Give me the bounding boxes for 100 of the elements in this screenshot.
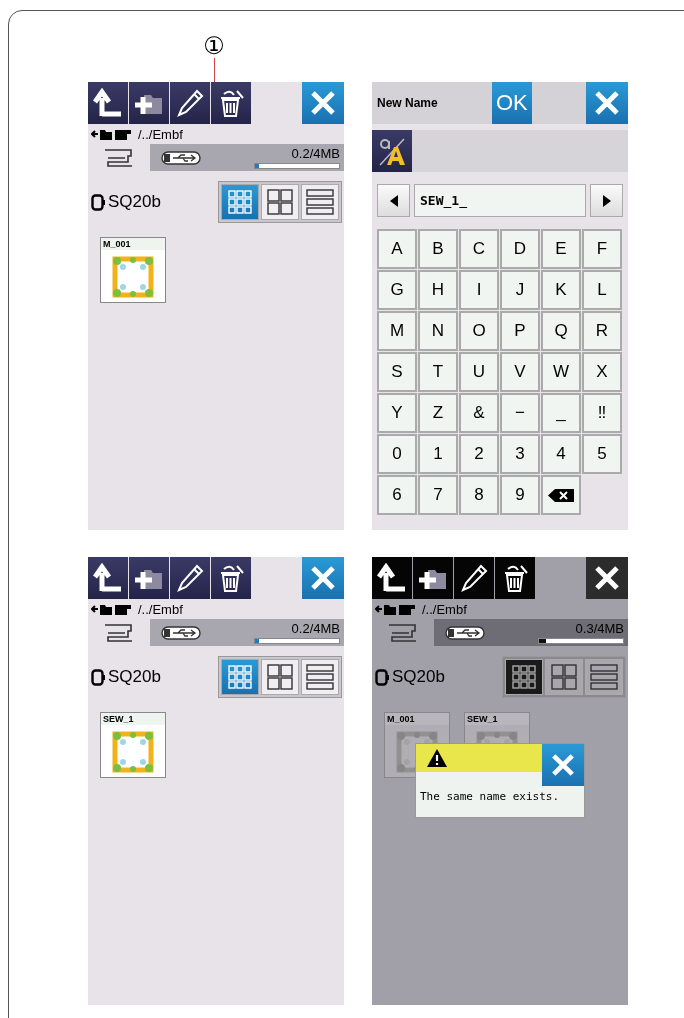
new-folder-button[interactable] [129,82,169,124]
keyboard-key[interactable]: 5 [582,434,622,474]
keyboard-key[interactable]: L [582,270,622,310]
hoop-name: SQ20b [392,667,445,687]
grid-view-button[interactable] [221,659,259,695]
new-folder-button[interactable] [413,557,453,599]
keyboard-key[interactable]: W [541,352,581,392]
close-icon [551,753,575,777]
keyboard-key[interactable]: X [582,352,622,392]
new-folder-button[interactable] [129,557,169,599]
large-grid-icon [267,189,293,215]
folder-path: /../Embf [422,601,467,617]
keyboard-key[interactable]: S [377,352,417,392]
grid-view-button[interactable] [261,184,299,220]
keyboard-key[interactable]: P [500,311,540,351]
keyboard-key[interactable]: Q [541,311,581,351]
embroidery-design-thumbnail [112,731,154,773]
list-view-button[interactable] [301,659,339,695]
back-button[interactable] [88,82,128,124]
list-icon [590,664,618,690]
ok-button[interactable]: OK [491,82,532,124]
keyboard-key[interactable]: Z [418,393,458,433]
grid-view-button[interactable] [505,659,543,695]
folder-path: /../Embf [138,601,183,617]
keyboard-key[interactable]: D [500,229,540,269]
grid-view-button[interactable] [545,659,583,695]
case-toggle-button[interactable] [372,130,412,172]
delete-button[interactable] [211,82,251,124]
close-button[interactable] [586,557,628,599]
keyboard-key[interactable]: I [459,270,499,310]
keyboard-key[interactable]: U [459,352,499,392]
keyboard-key[interactable]: N [418,311,458,351]
keyboard-key[interactable]: T [418,352,458,392]
keyboard-key[interactable]: 7 [418,475,458,515]
delete-button[interactable] [211,557,251,599]
keyboard-key[interactable]: F [582,229,622,269]
usb-icon [161,625,201,640]
keyboard-key[interactable]: H [418,270,458,310]
keyboard-key[interactable]: G [377,270,417,310]
keyboard-key[interactable]: O [459,311,499,351]
keyboard-key[interactable]: − [500,393,540,433]
hoop-icon [91,193,106,211]
keyboard-key[interactable]: 4 [541,434,581,474]
keyboard-key[interactable]: K [541,270,581,310]
rename-button[interactable] [454,557,494,599]
dialog-message: The same name exists. [419,789,561,805]
pencil-icon [175,88,205,118]
keyboard-key[interactable]: B [418,229,458,269]
cursor-right-button[interactable] [590,184,623,217]
list-icon [306,189,334,215]
usb-icon [161,150,201,165]
keyboard-key[interactable]: 2 [459,434,499,474]
keyboard-key[interactable]: E [541,229,581,269]
back-arrow-icon [93,88,123,118]
keyboard-key[interactable]: C [459,229,499,269]
hoop-icon [375,668,390,686]
delete-button[interactable] [495,557,535,599]
small-grid-icon [228,665,252,689]
name-input-field[interactable]: SEW_1_ [414,184,586,217]
pencil-icon [175,563,205,593]
keyboard-key[interactable]: _ [541,393,581,433]
memory-usage: 0.3/4MB [575,621,624,636]
keyboard-key[interactable]: 0 [377,434,417,474]
small-grid-icon [228,190,252,214]
pencil-icon [459,563,489,593]
rename-button[interactable] [170,557,210,599]
grid-view-button[interactable] [221,184,259,220]
close-icon [594,90,620,116]
folder-path: /../Embf [138,126,183,142]
keyboard-key[interactable]: 6 [377,475,417,515]
small-grid-icon [512,665,536,689]
keyboard-key[interactable]: V [500,352,540,392]
warning-icon [426,748,448,768]
keyboard-key[interactable]: 3 [500,434,540,474]
list-view-button[interactable] [585,659,623,695]
callout-number: ① [203,34,225,58]
keyboard-key[interactable]: A [377,229,417,269]
right-triangle-icon [602,194,611,207]
keyboard-key[interactable]: 8 [459,475,499,515]
keyboard-key[interactable]: & [459,393,499,433]
keyboard-key[interactable]: 9 [500,475,540,515]
cursor-left-button[interactable] [377,184,410,217]
close-icon [310,565,336,591]
backspace-icon [548,488,574,502]
keyboard-key[interactable]: R [582,311,622,351]
design-file-tile[interactable]: SEW_1 [100,712,166,778]
grid-view-button[interactable] [261,659,299,695]
left-triangle-icon [389,194,398,207]
file-name: SEW_1 [465,713,529,725]
back-button[interactable] [372,557,412,599]
keyboard-key[interactable]: Y [377,393,417,433]
keyboard-key[interactable]: J [500,270,540,310]
design-file-tile[interactable]: M_001 [100,237,166,303]
back-button[interactable] [88,557,128,599]
keyboard-key[interactable]: ‼ [582,393,622,433]
keyboard-key[interactable]: M [377,311,417,351]
rename-button[interactable] [170,82,210,124]
list-view-button[interactable] [301,184,339,220]
backspace-key[interactable] [541,475,581,515]
keyboard-key[interactable]: 1 [418,434,458,474]
